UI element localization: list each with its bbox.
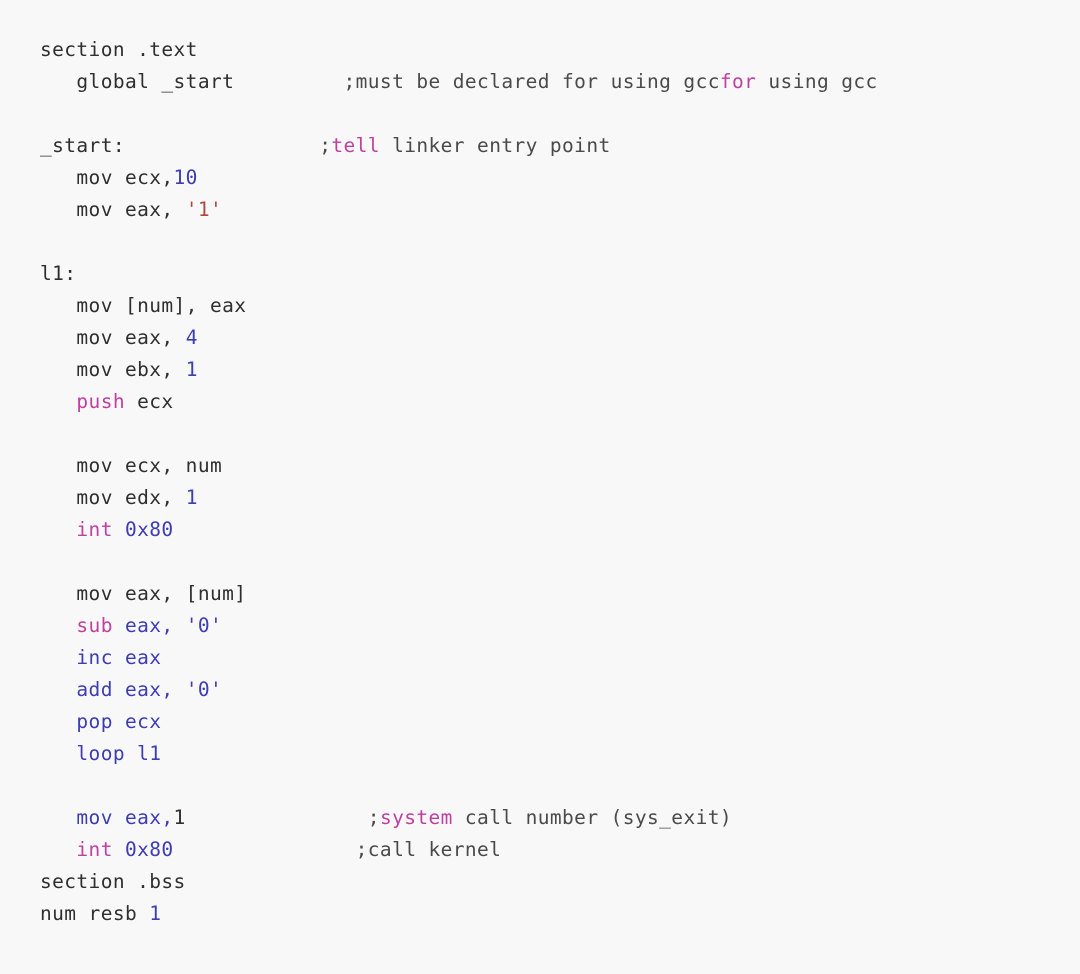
code-line: mov ebx, 1	[40, 354, 1080, 386]
code-line: sub eax, '0'	[40, 610, 1080, 642]
code-line: section .text	[40, 34, 1080, 66]
code-token: ;must be declared for using gcc	[234, 70, 720, 93]
code-token: global _start	[40, 70, 235, 93]
code-line: mov ecx,10	[40, 162, 1080, 194]
code-line: mov edx, 1	[40, 482, 1080, 514]
code-line: pop ecx	[40, 706, 1080, 738]
code-token: '1'	[185, 198, 223, 221]
code-line: mov ecx, num	[40, 450, 1080, 482]
code-token: 0x80	[124, 518, 174, 541]
code-token: int	[76, 518, 113, 541]
code-line: mov eax, 4	[40, 322, 1080, 354]
code-token: l1:	[40, 262, 77, 285]
code-token: ;	[124, 134, 332, 157]
code-token: for	[719, 70, 757, 93]
code-token: linker entry point	[379, 134, 611, 157]
code-line: mov eax,1 ;system call number (sys_exit)	[40, 802, 1080, 834]
code-token: mov eax,	[76, 806, 174, 829]
code-token: '0'	[185, 614, 223, 637]
code-token: 4	[185, 326, 198, 349]
code-token: 10	[173, 166, 198, 189]
code-token: sub	[76, 614, 113, 637]
code-listing: section .text global _start ;must be dec…	[0, 0, 1080, 974]
code-token: ecx	[124, 390, 174, 413]
code-token: push	[76, 390, 125, 413]
code-token: using gcc	[756, 70, 878, 93]
code-token: tell	[331, 134, 380, 157]
code-token: mov eax,	[40, 198, 186, 221]
code-token: pop ecx	[76, 710, 162, 733]
code-token: call number (sys_exit)	[452, 806, 733, 829]
code-line: int 0x80 ;call kernel	[40, 834, 1080, 866]
code-token: '0'	[185, 678, 223, 701]
code-line: num resb 1	[40, 898, 1080, 930]
code-token: eax,	[112, 614, 186, 637]
code-line: mov [num], eax	[40, 290, 1080, 322]
code-token: mov eax,	[40, 326, 186, 349]
code-token: inc eax	[76, 646, 162, 669]
code-line: section .bss	[40, 866, 1080, 898]
code-token: 1	[185, 486, 198, 509]
code-token: 0x80	[124, 838, 174, 861]
code-token: loop l1	[76, 742, 162, 765]
code-token: mov [num], eax	[40, 294, 247, 317]
code-line: l1:	[40, 258, 1080, 290]
code-line: int 0x80	[40, 514, 1080, 546]
code-line: mov eax, [num]	[40, 578, 1080, 610]
code-token: mov ebx,	[40, 358, 186, 381]
code-token: ;call kernel	[173, 838, 502, 861]
code-token: 1	[185, 358, 198, 381]
code-token: 1	[149, 902, 162, 925]
code-line: mov eax, '1'	[40, 194, 1080, 226]
code-token: add eax,	[76, 678, 186, 701]
code-token: num resb	[40, 902, 150, 925]
code-line: global _start ;must be declared for usin…	[40, 66, 1080, 98]
code-line: add eax, '0'	[40, 674, 1080, 706]
code-token: section .bss	[40, 870, 186, 893]
code-token: mov ecx, num	[40, 454, 223, 477]
code-token: ;	[185, 806, 380, 829]
code-token: mov edx,	[40, 486, 186, 509]
code-line: push ecx	[40, 386, 1080, 418]
code-token: 1	[173, 806, 186, 829]
code-token: mov eax, [num]	[40, 582, 247, 605]
code-line: _start: ;tell linker entry point	[40, 130, 1080, 162]
code-token: system	[379, 806, 453, 829]
code-line: loop l1	[40, 738, 1080, 770]
code-token: mov ecx,	[40, 166, 174, 189]
code-token: _start:	[40, 134, 125, 157]
code-token: int	[76, 838, 113, 861]
code-token: section .text	[40, 38, 198, 61]
code-line: inc eax	[40, 642, 1080, 674]
